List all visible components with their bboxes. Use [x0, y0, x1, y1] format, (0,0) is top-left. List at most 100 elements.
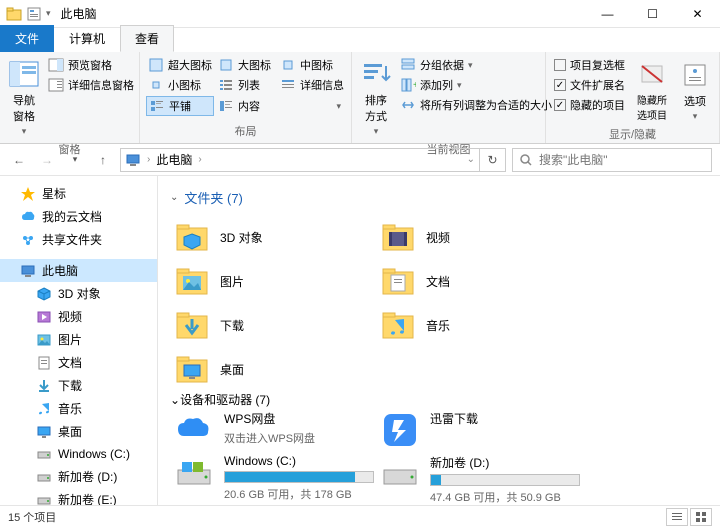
forward-button[interactable]: → — [36, 149, 58, 171]
dropdown-icon: ▾ — [374, 126, 379, 137]
nav-pane-icon — [8, 58, 40, 90]
drive-wps[interactable]: WPS网盘双击进入WPS网盘 — [170, 408, 376, 452]
nav-videos[interactable]: 视频 — [0, 305, 157, 328]
video-icon — [36, 309, 52, 325]
preview-pane-button[interactable]: 预览窗格 — [46, 56, 136, 74]
3d-folder-icon — [174, 219, 210, 255]
back-button[interactable]: ← — [8, 149, 30, 171]
drive-xunlei[interactable]: 迅雷下载 — [376, 408, 582, 452]
nav-documents[interactable]: 文档 — [0, 351, 157, 374]
dropdown-icon: ▾ — [693, 111, 698, 122]
drives-group-header[interactable]: ⌄设备和驱动器 (7) — [170, 391, 708, 408]
details-view-button[interactable] — [666, 508, 688, 526]
item-checkboxes-toggle[interactable]: 项目复选框 — [552, 56, 627, 74]
add-column-icon: + — [400, 77, 416, 93]
navigation-pane: 星标 我的云文档 共享文件夹 此电脑 3D 对象 视频 图片 文档 下载 音乐 … — [0, 176, 158, 509]
hide-selected-button[interactable]: 隐藏所选项目 — [631, 56, 673, 124]
small-icons-button[interactable]: 小图标 — [146, 76, 214, 94]
nav-music[interactable]: 音乐 — [0, 397, 157, 420]
maximize-button[interactable]: ☐ — [630, 0, 675, 28]
folder-desktop[interactable]: 桌面 — [170, 347, 376, 391]
address-dropdown-icon[interactable]: ⌄ — [467, 154, 475, 165]
xl-icon — [148, 57, 164, 73]
search-box[interactable]: 搜索"此电脑" — [512, 148, 712, 172]
drive-c[interactable]: Windows (C:)20.6 GB 可用，共 178 GB — [170, 452, 376, 507]
extra-large-icons-button[interactable]: 超大图标 — [146, 56, 214, 74]
nav-shared-folder[interactable]: 共享文件夹 — [0, 228, 157, 251]
tab-file[interactable]: 文件 — [0, 25, 54, 52]
group-by-button[interactable]: 分组依据▾ — [398, 56, 554, 74]
explorer-icon — [6, 6, 22, 22]
icons-view-button[interactable] — [690, 508, 712, 526]
desktop-icon — [36, 424, 52, 440]
dropdown-icon: ▾ — [22, 126, 27, 137]
nav-3d-objects[interactable]: 3D 对象 — [0, 282, 157, 305]
folder-pictures[interactable]: 图片 — [170, 259, 376, 303]
usage-bar — [224, 471, 374, 483]
options-button[interactable]: 选项 ▾ — [677, 56, 713, 124]
folders-group-header[interactable]: ⌄文件夹 (7) — [170, 188, 708, 207]
layout-more-icon[interactable]: ▾ — [336, 101, 341, 112]
medium-icons-button[interactable]: 中图标 — [278, 56, 338, 74]
nav-desktop[interactable]: 桌面 — [0, 420, 157, 443]
chevron-down-icon: ⌄ — [170, 393, 180, 407]
ribbon-group-layout: 布局 — [146, 121, 345, 141]
folder-3d-objects[interactable]: 3D 对象 — [170, 215, 376, 259]
address-box[interactable]: › 此电脑 › ⌄ — [120, 148, 480, 172]
content-button[interactable]: 内容 — [216, 96, 276, 116]
videos-folder-icon — [380, 219, 416, 255]
tab-computer[interactable]: 计算机 — [54, 25, 120, 52]
tiles-button[interactable]: 平铺 — [146, 96, 214, 116]
close-button[interactable]: ✕ — [675, 0, 720, 28]
nav-drive-d[interactable]: 新加卷 (D:) — [0, 465, 157, 488]
group-icon — [400, 57, 416, 73]
folder-music[interactable]: 音乐 — [376, 303, 582, 347]
folder-documents[interactable]: 文档 — [376, 259, 582, 303]
main-area: 星标 我的云文档 共享文件夹 此电脑 3D 对象 视频 图片 文档 下载 音乐 … — [0, 176, 720, 509]
list-button[interactable]: 列表 — [216, 76, 276, 94]
qat-properties-icon[interactable] — [26, 6, 42, 22]
documents-folder-icon — [380, 263, 416, 299]
breadcrumb[interactable]: 此电脑 — [156, 151, 192, 168]
shared-folder-icon — [20, 232, 36, 248]
folder-downloads[interactable]: 下载 — [170, 303, 376, 347]
sort-icon — [360, 58, 392, 90]
sort-by-button[interactable]: 排序方式 ▾ — [358, 56, 394, 139]
size-all-columns-button[interactable]: 将所有列调整为合适的大小 — [398, 96, 554, 114]
tab-view[interactable]: 查看 — [120, 25, 174, 52]
music-icon — [36, 401, 52, 417]
qat-dropdown-icon[interactable]: ▾ — [46, 8, 51, 19]
details-button[interactable]: 详细信息 — [278, 76, 338, 94]
nav-star[interactable]: 星标 — [0, 182, 157, 205]
recent-locations-button[interactable]: ▾ — [64, 149, 86, 171]
details-icon — [280, 77, 296, 93]
music-folder-icon — [380, 307, 416, 343]
nav-drive-c[interactable]: Windows (C:) — [0, 443, 157, 465]
file-extensions-toggle[interactable]: ✓文件扩展名 — [552, 76, 627, 94]
downloads-folder-icon — [174, 307, 210, 343]
navigation-pane-button[interactable]: 导航窗格 ▾ — [6, 56, 42, 139]
nav-downloads[interactable]: 下载 — [0, 374, 157, 397]
3d-icon — [36, 286, 52, 302]
hidden-items-toggle[interactable]: ✓隐藏的项目 — [552, 96, 627, 114]
folder-videos[interactable]: 视频 — [376, 215, 582, 259]
large-icons-button[interactable]: 大图标 — [216, 56, 276, 74]
minimize-button[interactable]: — — [585, 0, 630, 28]
content-icon — [218, 98, 234, 114]
list-icon — [218, 77, 234, 93]
nav-this-pc[interactable]: 此电脑 — [0, 259, 157, 282]
chevron-down-icon: ⌄ — [170, 192, 178, 203]
ribbon-group-show-hide: 显示/隐藏 — [552, 124, 713, 144]
drive-icon — [36, 446, 52, 462]
up-button[interactable]: ↑ — [92, 149, 114, 171]
nav-cloud-docs[interactable]: 我的云文档 — [0, 205, 157, 228]
add-columns-button[interactable]: +添加列▾ — [398, 76, 554, 94]
ribbon: 导航窗格 ▾ 预览窗格 详细信息窗格 窗格 超大图标 大图标 中图标 小图标 列… — [0, 52, 720, 144]
drive-d[interactable]: 新加卷 (D:)47.4 GB 可用，共 50.9 GB — [376, 452, 582, 507]
nav-pictures[interactable]: 图片 — [0, 328, 157, 351]
details-pane-button[interactable]: 详细信息窗格 — [46, 76, 136, 94]
content-pane: ⌄文件夹 (7) 3D 对象 视频 图片 文档 下载 音乐 桌面 ⌄设备和驱动器… — [158, 176, 720, 509]
details-pane-icon — [48, 77, 64, 93]
refresh-button[interactable]: ↻ — [480, 148, 506, 172]
checkbox-icon: ✓ — [554, 79, 566, 91]
